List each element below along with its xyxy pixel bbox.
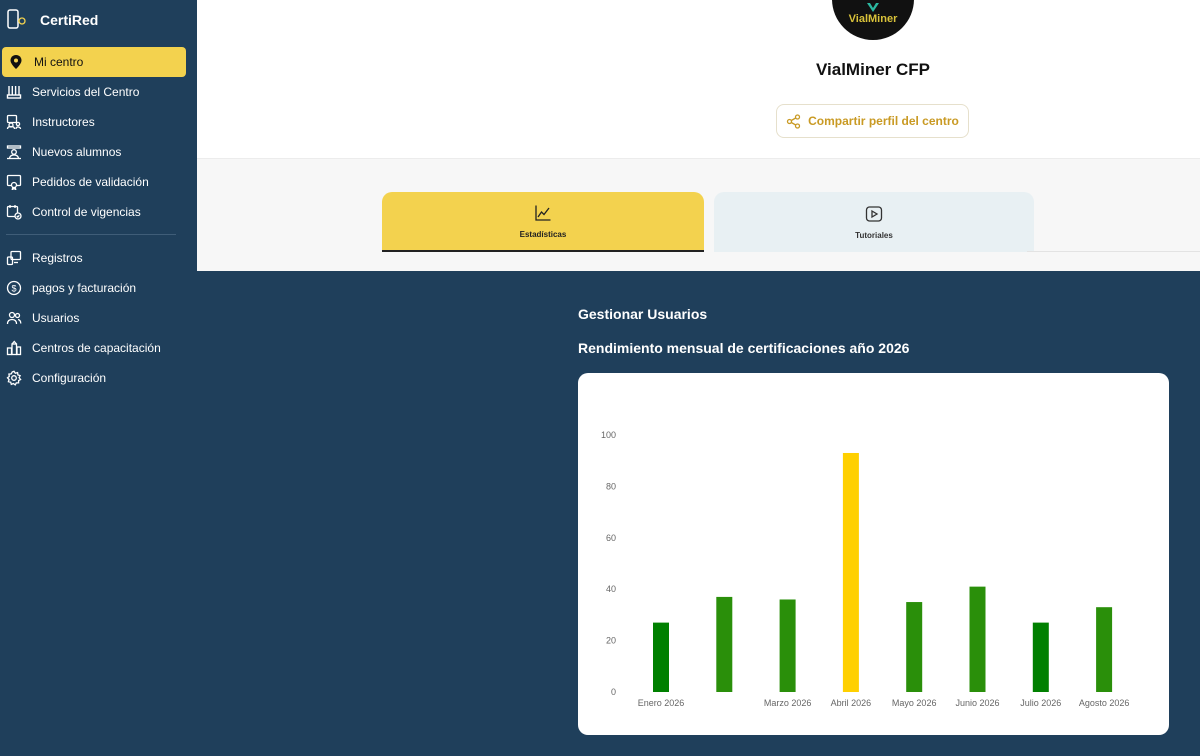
sidebar-item-label: Instructores	[32, 115, 95, 129]
bar-5[interactable]	[906, 602, 923, 692]
sidebar-item-label: Control de vigencias	[32, 205, 141, 219]
bar-7[interactable]	[1032, 622, 1049, 692]
tab-label: Estadísticas	[519, 229, 567, 239]
section-title: Gestionar Usuarios	[578, 306, 708, 322]
sidebar-item-control-vigencias[interactable]: Control de vigencias	[0, 197, 186, 227]
sidebar-item-pagos[interactable]: $ pagos y facturación	[0, 273, 186, 303]
y-tick-label: 0	[611, 687, 616, 697]
x-tick-label: Mayo 2026	[892, 698, 937, 708]
services-icon	[5, 83, 23, 101]
tabs-bar: Estadísticas Tutoriales	[197, 158, 1200, 271]
y-tick-label: 100	[601, 430, 616, 440]
sidebar-item-label: Usuarios	[32, 311, 80, 325]
sidebar-item-nuevos-alumnos[interactable]: Nuevos alumnos	[0, 137, 186, 167]
x-tick-label: Marzo 2026	[764, 698, 812, 708]
bar-4[interactable]	[842, 452, 859, 692]
sidebar-item-label: Registros	[32, 251, 83, 265]
sidebar-divider	[6, 234, 176, 235]
sidebar-item-label: Mi centro	[34, 55, 84, 69]
svg-text:$: $	[11, 283, 16, 293]
tabs-underline	[1027, 251, 1200, 252]
bar-3[interactable]	[779, 599, 796, 692]
bar-6[interactable]	[969, 586, 986, 692]
y-tick-label: 80	[606, 481, 616, 491]
x-tick-label: Agosto 2026	[1079, 698, 1130, 708]
sidebar: CertiRed Mi centro Servicios del Centro …	[0, 0, 196, 756]
center-name: VialMiner CFP	[816, 60, 930, 79]
sidebar-item-registros[interactable]: Registros	[0, 243, 186, 273]
validation-icon	[5, 173, 23, 191]
center-avatar: VialMiner	[832, 0, 914, 40]
tab-estadisticas[interactable]: Estadísticas	[382, 192, 704, 252]
chart-title: Rendimiento mensual de certificaciones a…	[578, 340, 910, 356]
sidebar-item-pedidos-validacion[interactable]: Pedidos de validación	[0, 167, 186, 197]
sidebar-item-label: Configuración	[32, 371, 107, 385]
certifications-bar-chart: 0 20 40 60 80 100 Enero 2026 Marzo 2026 Abril 20…	[601, 430, 1130, 708]
certired-logo-icon	[6, 8, 28, 32]
y-tick-label: 20	[606, 636, 616, 646]
buildings-icon	[5, 339, 23, 357]
chart-card: 0 20 40 60 80 100 Enero 2026 Marzo 2026 Abril 20…	[578, 373, 1169, 735]
sidebar-primary-nav: Mi centro Servicios del Centro Instructo…	[0, 47, 196, 227]
share-icon	[786, 113, 801, 129]
gear-icon	[5, 369, 23, 387]
app-name: CertiRed	[40, 12, 99, 28]
brand[interactable]: CertiRed	[0, 0, 196, 40]
sidebar-item-label: Nuevos alumnos	[32, 145, 122, 159]
vialminer-logo-icon	[866, 0, 880, 12]
share-profile-label: Compartir perfil del centro	[808, 114, 959, 128]
sidebar-secondary-nav: Registros $ pagos y facturación Usuarios…	[0, 243, 196, 393]
sidebar-item-label: pagos y facturación	[32, 281, 137, 295]
student-icon	[5, 143, 23, 161]
x-tick-label: Junio 2026	[955, 698, 999, 708]
x-tick-label: Enero 2026	[638, 698, 685, 708]
sidebar-item-label: Centros de capacitación	[32, 341, 161, 355]
line-chart-icon	[534, 204, 552, 222]
location-pin-icon	[7, 53, 25, 71]
calendar-check-icon	[5, 203, 23, 221]
avatar-text: VialMiner	[848, 13, 898, 25]
records-icon	[5, 249, 23, 267]
center-profile-header: VialMiner VialMiner CFP Compartir perfil…	[197, 0, 1200, 158]
sidebar-item-label: Servicios del Centro	[32, 85, 140, 99]
bar-8[interactable]	[1096, 607, 1113, 692]
sidebar-item-servicios[interactable]: Servicios del Centro	[0, 77, 186, 107]
bar-2[interactable]	[716, 596, 733, 692]
x-tick-label: Abril 2026	[831, 698, 872, 708]
sidebar-item-mi-centro[interactable]: Mi centro	[2, 47, 186, 77]
sidebar-item-instructores[interactable]: Instructores	[0, 107, 186, 137]
tab-label: Tutoriales	[855, 230, 893, 240]
tab-tutoriales[interactable]: Tutoriales	[714, 192, 1034, 252]
bar-1[interactable]	[653, 622, 669, 692]
share-profile-button[interactable]: Compartir perfil del centro	[776, 104, 969, 138]
sidebar-item-centros-capacitacion[interactable]: Centros de capacitación	[0, 333, 186, 363]
sidebar-item-label: Pedidos de validación	[32, 175, 149, 189]
y-tick-label: 60	[606, 533, 616, 543]
users-icon	[5, 309, 23, 327]
play-icon	[865, 205, 883, 223]
instructor-icon	[5, 113, 23, 131]
y-tick-label: 40	[606, 584, 616, 594]
x-tick-label: Julio 2026	[1020, 698, 1061, 708]
dollar-icon: $	[5, 279, 23, 297]
sidebar-item-configuracion[interactable]: Configuración	[0, 363, 186, 393]
sidebar-item-usuarios[interactable]: Usuarios	[0, 303, 186, 333]
